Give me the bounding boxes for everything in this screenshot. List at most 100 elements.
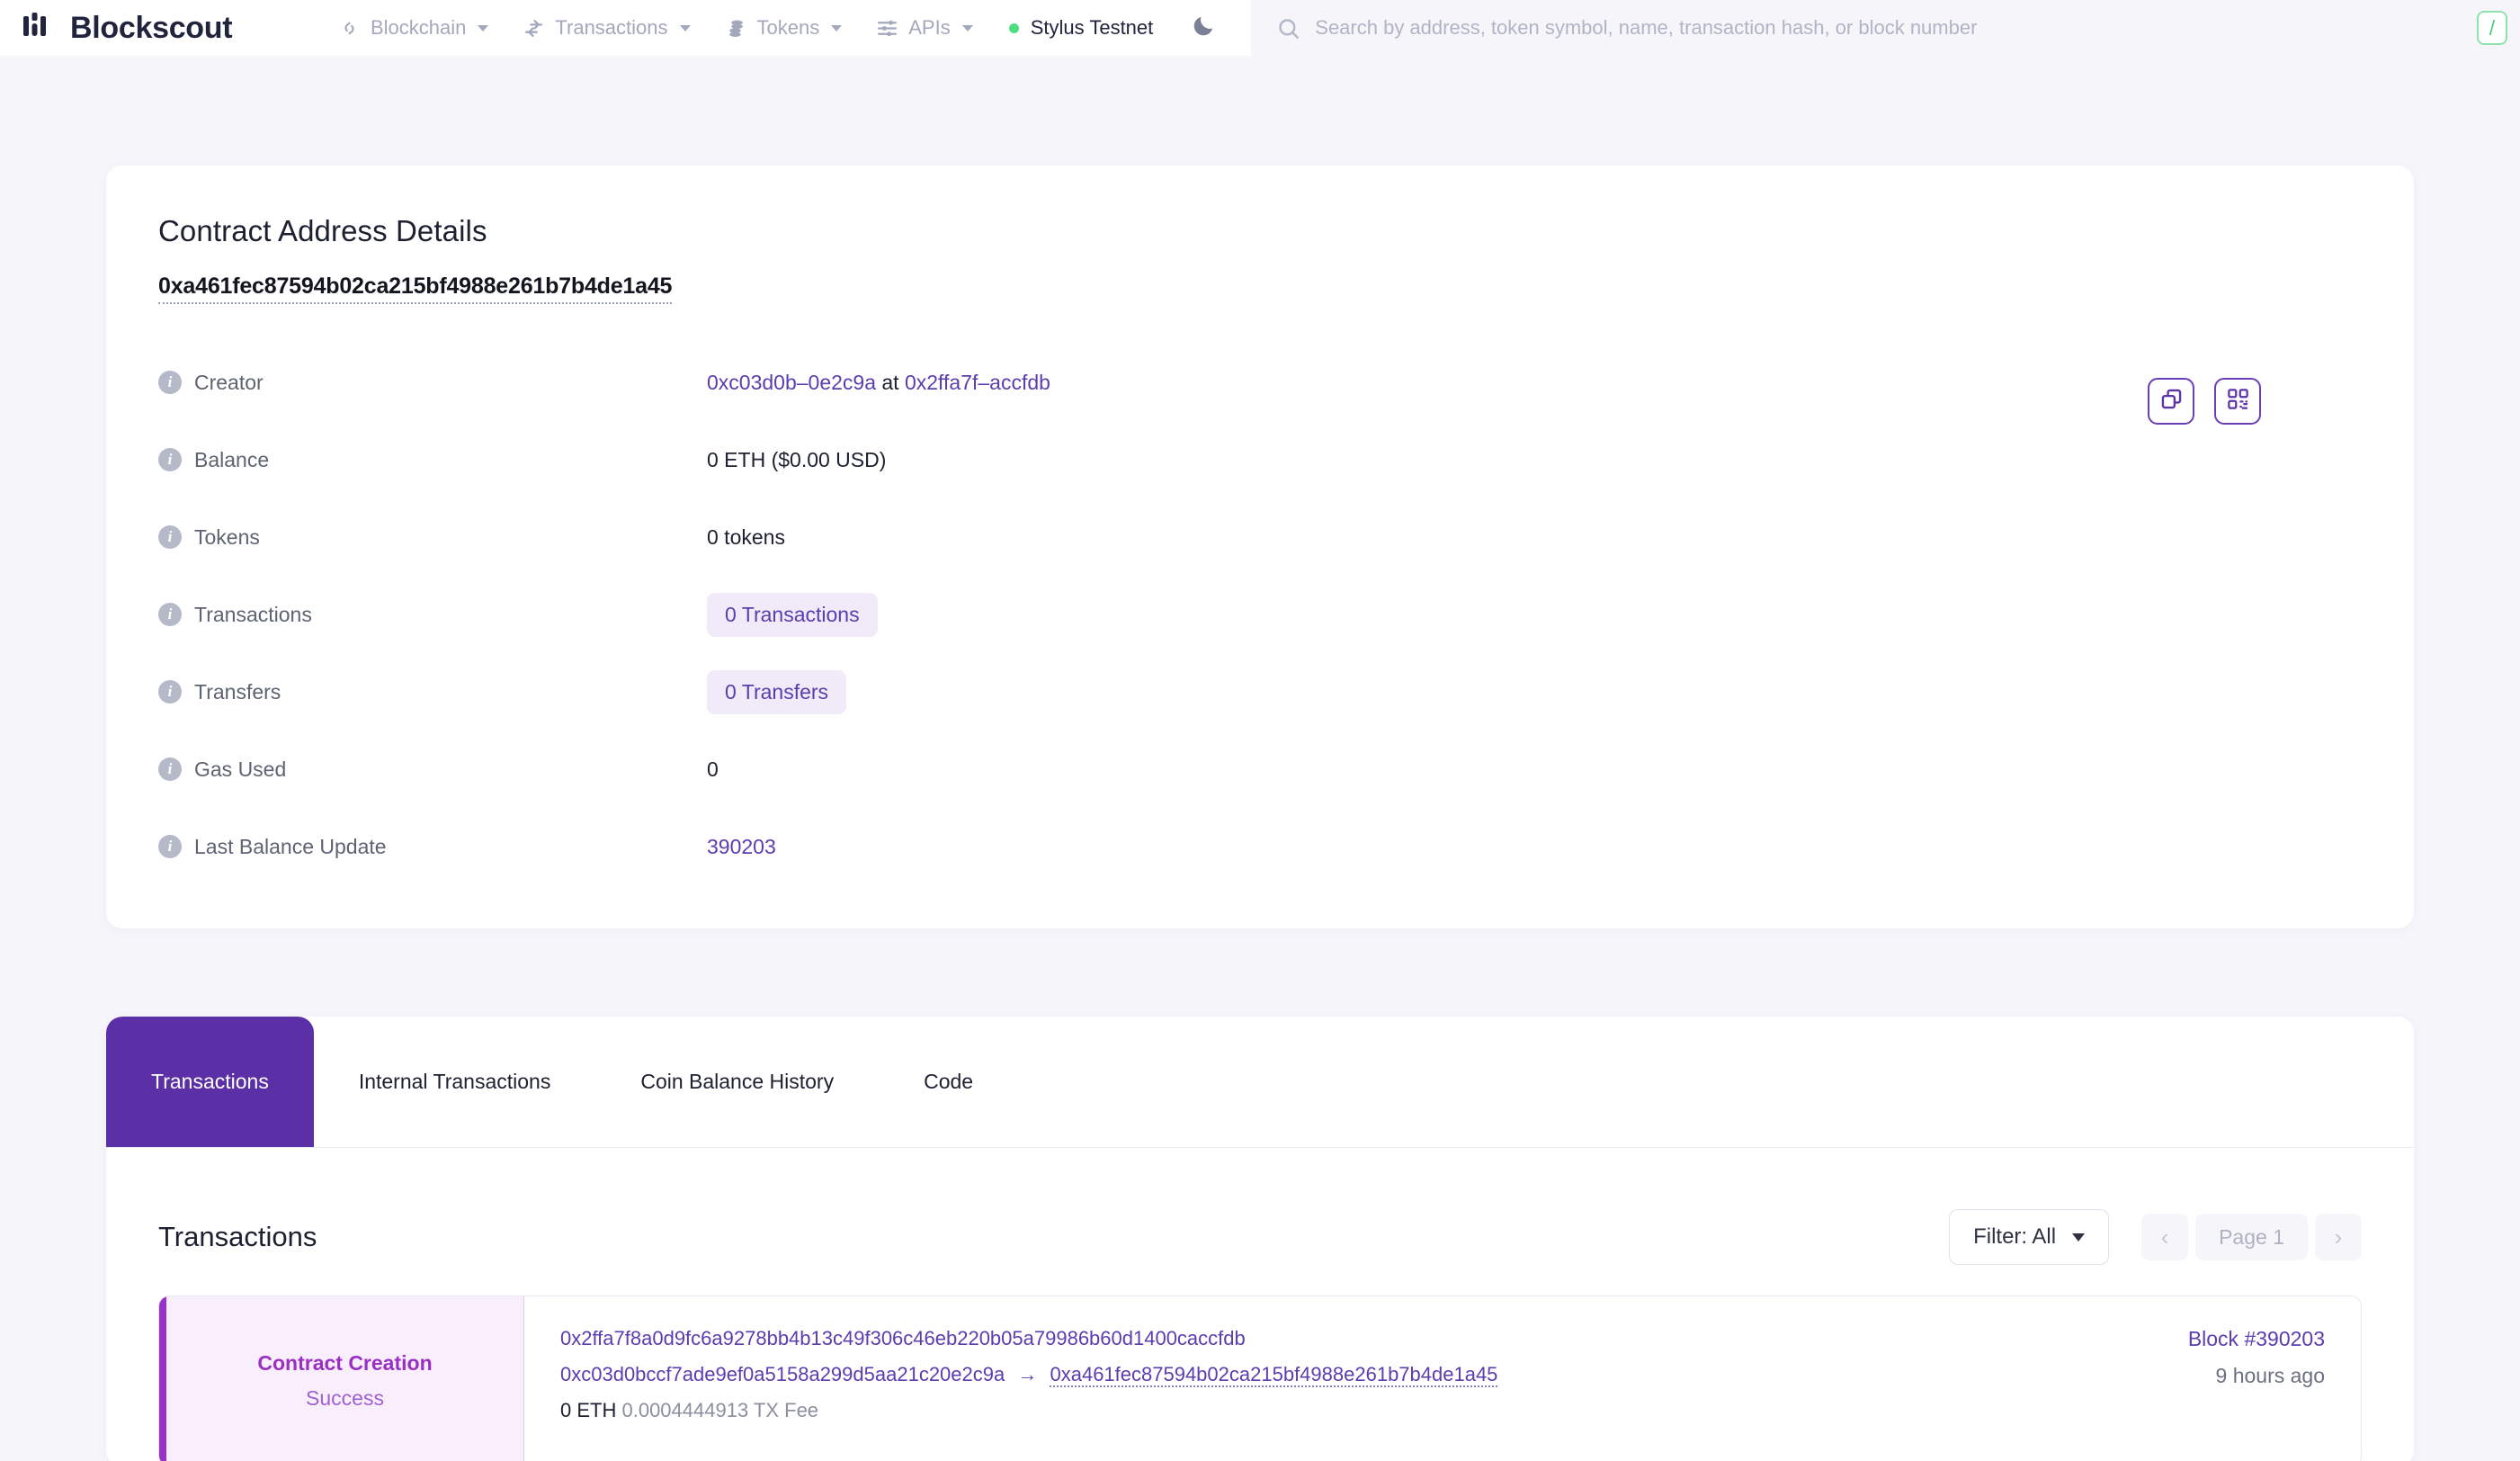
info-icon[interactable]: i [158,525,182,549]
detail-value-transfers: 0 Transfers [707,669,847,714]
tokens-icon [725,17,747,40]
pagination-next-button[interactable]: › [2315,1214,2362,1260]
detail-label-last-balance-update: i Last Balance Update [158,835,707,859]
detail-row-gas-used: i Gas Used 0 [158,730,2362,808]
transaction-value: 0 ETH [560,1399,617,1421]
transaction-block-cell: Block #390203 9 hours ago [2170,1296,2361,1461]
theme-toggle-button[interactable] [1191,13,1217,43]
detail-row-transactions: i Transactions 0 Transactions [158,576,2362,653]
nav-item-apis[interactable]: APIs [876,16,973,40]
transactions-icon [523,17,545,40]
label-text: Last Balance Update [194,834,387,858]
detail-row-balance: i Balance 0 ETH ($0.00 USD) [158,421,2362,498]
creator-at-word: at [881,370,899,394]
transfers-count-badge[interactable]: 0 Transfers [707,669,847,714]
chevron-down-icon [478,24,489,31]
pagination-prev-button[interactable]: ‹ [2141,1214,2189,1260]
detail-value-last-balance-update: 390203 [707,835,776,859]
nav-label-blockchain: Blockchain [371,16,467,39]
section-controls: Filter: All ‹ Page 1 › [1949,1209,2362,1265]
tab-label: Coin Balance History [640,1070,835,1093]
transactions-count-badge[interactable]: 0 Transactions [707,592,878,637]
filter-dropdown-button[interactable]: Filter: All [1949,1209,2110,1265]
detail-rows: i Creator 0xc03d0b–0e2c9a at 0x2ffa7f–ac… [158,344,2362,885]
section-title: Transactions [158,1221,317,1252]
brand-logo-link[interactable]: Blockscout [0,11,297,46]
transaction-type: Contract Creation [257,1351,433,1375]
tab-coin-balance-history[interactable]: Coin Balance History [595,1017,879,1147]
pagination-controls: ‹ Page 1 › [2141,1214,2362,1260]
page-content: Contract Address Details 0xa461fec87594b… [0,166,2520,1461]
transaction-hash-link[interactable]: 0x2ffa7f8a0d9fc6a9278bb4b13c49f306c46eb2… [560,1327,1246,1349]
transaction-status-cell: Contract Creation Success [159,1296,524,1461]
detail-label-balance: i Balance [158,448,707,472]
info-icon[interactable]: i [158,448,182,471]
transaction-from-link[interactable]: 0xc03d0bccf7ade9ef0a5158a299d5aa21c20e2c… [560,1363,1005,1385]
transaction-details-cell: 0x2ffa7f8a0d9fc6a9278bb4b13c49f306c46eb2… [524,1296,2170,1461]
status-badge: Success [306,1386,384,1410]
label-text: Balance [194,447,270,471]
copy-address-button[interactable] [2148,378,2194,425]
table-row[interactable]: Contract Creation Success 0x2ffa7f8a0d9f… [158,1295,2362,1461]
transaction-hash-line: 0x2ffa7f8a0d9fc6a9278bb4b13c49f306c46eb2… [560,1327,2134,1350]
transaction-block-link[interactable]: Block #390203 [2188,1327,2325,1351]
search-input[interactable] [1315,16,2462,40]
creator-tx-link[interactable]: 0x2ffa7f–accfdb [905,371,1050,394]
info-icon[interactable]: i [158,603,182,626]
arrow-right-icon: → [1017,1363,1038,1385]
top-navigation-bar: Blockscout Blockchain Transactions Token… [0,0,2520,56]
detail-row-transfers: i Transfers 0 Transfers [158,653,2362,730]
detail-label-transfers: i Transfers [158,680,707,704]
transaction-value-line: 0 ETH 0.0004444913 TX Fee [560,1399,2134,1422]
transaction-age: 9 hours ago [2215,1364,2325,1387]
detail-value-gas-used: 0 [707,757,719,781]
tab-label: Internal Transactions [358,1070,551,1093]
nav-label-apis: APIs [908,16,951,39]
detail-row-creator: i Creator 0xc03d0b–0e2c9a at 0x2ffa7f–ac… [158,344,2362,421]
page-title: Contract Address Details [158,214,487,247]
tab-internal-transactions[interactable]: Internal Transactions [314,1017,596,1147]
network-selector[interactable]: Stylus Testnet [1008,16,1153,40]
contract-address-value[interactable]: 0xa461fec87594b02ca215bf4988e261b7b4de1a… [158,273,672,304]
detail-label-tokens: i Tokens [158,525,707,550]
chevron-down-icon [679,24,691,31]
contract-address-details-card: Contract Address Details 0xa461fec87594b… [106,166,2414,928]
transaction-to-link[interactable]: 0xa461fec87594b02ca215bf4988e261b7b4de1a… [1050,1363,1498,1387]
network-status-dot [1008,22,1019,33]
main-nav-links: Blockchain Transactions Tokens APIs [338,16,973,40]
tab-label: Code [924,1070,974,1093]
tab-code[interactable]: Code [879,1017,1018,1147]
nav-label-transactions: Transactions [555,16,668,39]
tab-bar: Transactions Internal Transactions Coin … [106,1017,2414,1148]
creator-address-link[interactable]: 0xc03d0b–0e2c9a [707,371,876,394]
last-balance-update-block-link[interactable]: 390203 [707,835,776,858]
search-shortcut-badge: / [2477,11,2507,45]
detail-label-transactions: i Transactions [158,603,707,627]
info-icon[interactable]: i [158,835,182,858]
qr-code-icon [2226,387,2250,416]
nav-item-blockchain[interactable]: Blockchain [338,16,489,40]
info-icon[interactable]: i [158,371,182,394]
pagination-page-label: Page 1 [2195,1214,2308,1260]
address-tabs-card: Transactions Internal Transactions Coin … [106,1017,2414,1461]
nav-label-tokens: Tokens [756,16,820,39]
chevron-down-icon [2072,1232,2086,1241]
filter-label: Filter: All [1973,1224,2057,1249]
search-bar[interactable]: / [1251,0,2520,56]
chevron-down-icon [961,24,973,31]
qr-code-button[interactable] [2214,378,2261,425]
tab-transactions[interactable]: Transactions [106,1017,314,1147]
transaction-fee: 0.0004444913 TX Fee [621,1399,819,1421]
nav-item-transactions[interactable]: Transactions [523,16,691,40]
label-text: Transactions [194,602,312,626]
detail-label-gas-used: i Gas Used [158,757,707,782]
label-text: Tokens [194,524,260,549]
tab-label: Transactions [151,1070,269,1093]
info-icon[interactable]: i [158,680,182,704]
tab-panel-transactions: Transactions Filter: All ‹ Page 1 › Cont… [106,1148,2414,1461]
brand-name: Blockscout [70,10,233,45]
nav-item-tokens[interactable]: Tokens [725,16,843,40]
blockchain-icon [338,17,361,40]
transactions-section-header: Transactions Filter: All ‹ Page 1 › [158,1193,2362,1281]
info-icon[interactable]: i [158,757,182,781]
